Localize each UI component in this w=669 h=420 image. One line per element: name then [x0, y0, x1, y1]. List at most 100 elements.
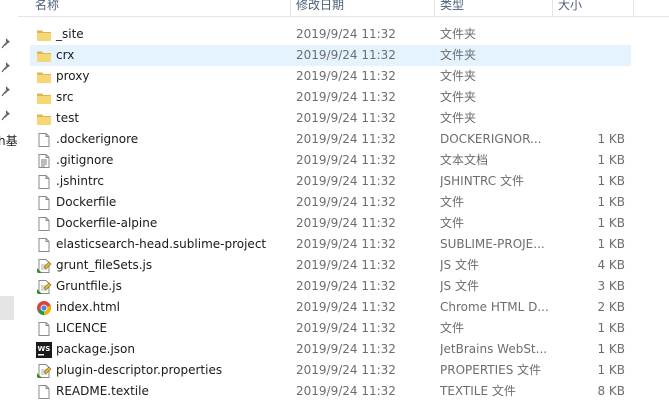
file-size: 1 KB	[597, 153, 625, 167]
file-row[interactable]: .dockerignore 2019/9/24 11:32 DOCKERIGNOR.…	[30, 129, 631, 150]
column-header-date[interactable]: 修改日期	[291, 0, 434, 14]
file-size: 1 KB	[597, 195, 625, 209]
file-row[interactable]: test 2019/9/24 11:32 文件夹	[30, 108, 631, 129]
file-type: Chrome HTML D...	[440, 300, 549, 314]
file-list: _site 2019/9/24 11:32 文件夹 crx 2019/9/24 11:3…	[30, 24, 631, 402]
file-row[interactable]: elasticsearch-head.sublime-project 2019/9…	[30, 234, 631, 255]
blank-file-icon	[36, 384, 52, 400]
folder-icon	[36, 69, 52, 85]
webstorm-icon: WS	[36, 342, 52, 358]
file-row[interactable]: crx 2019/9/24 11:32 文件夹	[30, 45, 631, 66]
file-row[interactable]: Dockerfile-alpine 2019/9/24 11:32 文件 1 KB	[30, 213, 631, 234]
file-type: 文件夹	[440, 27, 477, 41]
column-header-size[interactable]: 大小	[553, 0, 633, 14]
file-name: proxy	[56, 69, 90, 83]
file-name: package.json	[56, 342, 136, 356]
file-size: 1 KB	[597, 216, 625, 230]
file-name: index.html	[56, 300, 120, 314]
folder-icon	[36, 111, 52, 127]
file-row[interactable]: index.html 2019/9/24 11:32 Chrome HTML D..…	[30, 297, 631, 318]
file-modified-date: 2019/9/24 11:32	[296, 90, 396, 104]
file-name: LICENCE	[56, 321, 108, 335]
file-modified-date: 2019/9/24 11:32	[296, 216, 396, 230]
navigation-pane: h基	[0, 0, 18, 420]
file-size: 1 KB	[597, 321, 625, 335]
file-name: .gitignore	[56, 153, 114, 167]
file-row[interactable]: src 2019/9/24 11:32 文件夹	[30, 87, 631, 108]
column-header-bar: 名称 修改日期 类型 大小	[18, 0, 669, 17]
file-row[interactable]: plugin-descriptor.properties 2019/9/24 11…	[30, 360, 631, 381]
file-row[interactable]: Gruntfile.js 2019/9/24 11:32 JS 文件 3 KB	[30, 276, 631, 297]
folder-icon	[36, 90, 52, 106]
file-modified-date: 2019/9/24 11:32	[296, 363, 396, 377]
file-name: crx	[56, 48, 75, 62]
file-row[interactable]: grunt_fileSets.js 2019/9/24 11:32 JS 文件 4 K…	[30, 255, 631, 276]
blank-file-icon	[36, 174, 52, 190]
column-header-type[interactable]: 类型	[435, 0, 552, 14]
nav-item-selected[interactable]	[0, 296, 14, 320]
column-divider[interactable]	[633, 0, 634, 16]
file-name: grunt_fileSets.js	[56, 258, 153, 272]
file-row[interactable]: README.textile 2019/9/24 11:32 TEXTILE 文件 8…	[30, 381, 631, 402]
file-type: 文件	[440, 321, 465, 335]
file-type: 文件夹	[440, 90, 477, 104]
file-size: 1 KB	[597, 363, 625, 377]
file-modified-date: 2019/9/24 11:32	[296, 153, 396, 167]
file-type: SUBLIME-PROJE...	[440, 237, 545, 251]
pin-icon[interactable]	[1, 84, 13, 98]
file-size: 8 KB	[597, 384, 625, 398]
file-modified-date: 2019/9/24 11:32	[296, 321, 396, 335]
file-modified-date: 2019/9/24 11:32	[296, 27, 396, 41]
pin-icon[interactable]	[1, 108, 13, 122]
file-type: PROPERTIES 文件	[440, 363, 542, 377]
file-modified-date: 2019/9/24 11:32	[296, 342, 396, 356]
file-name: Dockerfile-alpine	[56, 216, 158, 230]
file-type: 文件夹	[440, 69, 477, 83]
file-name: .jshintrc	[56, 174, 104, 188]
file-row[interactable]: proxy 2019/9/24 11:32 文件夹	[30, 66, 631, 87]
file-name: plugin-descriptor.properties	[56, 363, 223, 377]
script-file-icon	[36, 363, 52, 379]
file-type: 文本文档	[440, 153, 489, 167]
blank-file-icon	[36, 195, 52, 211]
file-modified-date: 2019/9/24 11:32	[296, 384, 396, 398]
file-type: DOCKERIGNOR...	[440, 132, 542, 146]
chrome-icon	[36, 300, 52, 316]
file-row[interactable]: _site 2019/9/24 11:32 文件夹	[30, 24, 631, 45]
file-modified-date: 2019/9/24 11:32	[296, 69, 396, 83]
file-size: 3 KB	[597, 279, 625, 293]
folder-icon	[36, 48, 52, 64]
pin-icon[interactable]	[1, 60, 13, 74]
nav-item-label[interactable]: h基	[0, 132, 18, 149]
blank-file-icon	[36, 132, 52, 148]
file-row[interactable]: WS package.json 2019/9/24 11:32 JetBrains W…	[30, 339, 631, 360]
file-modified-date: 2019/9/24 11:32	[296, 174, 396, 188]
file-modified-date: 2019/9/24 11:32	[296, 195, 396, 209]
file-type: JetBrains WebSt...	[440, 342, 548, 356]
column-header-name[interactable]: 名称	[30, 0, 290, 14]
file-size: 4 KB	[597, 258, 625, 272]
svg-text:WS: WS	[38, 345, 51, 353]
file-name: elasticsearch-head.sublime-project	[56, 237, 267, 251]
folder-icon	[36, 27, 52, 43]
blank-file-icon	[36, 237, 52, 253]
file-row[interactable]: LICENCE 2019/9/24 11:32 文件 1 KB	[30, 318, 631, 339]
file-modified-date: 2019/9/24 11:32	[296, 258, 396, 272]
file-size: 1 KB	[597, 237, 625, 251]
script-file-icon	[36, 279, 52, 295]
file-name: Dockerfile	[56, 195, 117, 209]
file-type: 文件	[440, 195, 465, 209]
file-type: 文件夹	[440, 48, 477, 62]
file-type: JS 文件	[440, 258, 479, 272]
file-modified-date: 2019/9/24 11:32	[296, 279, 396, 293]
file-name: Gruntfile.js	[56, 279, 122, 293]
file-row[interactable]: Dockerfile 2019/9/24 11:32 文件 1 KB	[30, 192, 631, 213]
file-name: test	[56, 111, 80, 125]
file-size: 1 KB	[597, 174, 625, 188]
pin-icon[interactable]	[1, 36, 13, 50]
file-type: 文件夹	[440, 111, 477, 125]
file-row[interactable]: .jshintrc 2019/9/24 11:32 JSHINTRC 文件 1 KB	[30, 171, 631, 192]
file-row[interactable]: .gitignore 2019/9/24 11:32 文本文档 1 KB	[30, 150, 631, 171]
file-type: TEXTILE 文件	[440, 384, 516, 398]
file-size: 1 KB	[597, 342, 625, 356]
